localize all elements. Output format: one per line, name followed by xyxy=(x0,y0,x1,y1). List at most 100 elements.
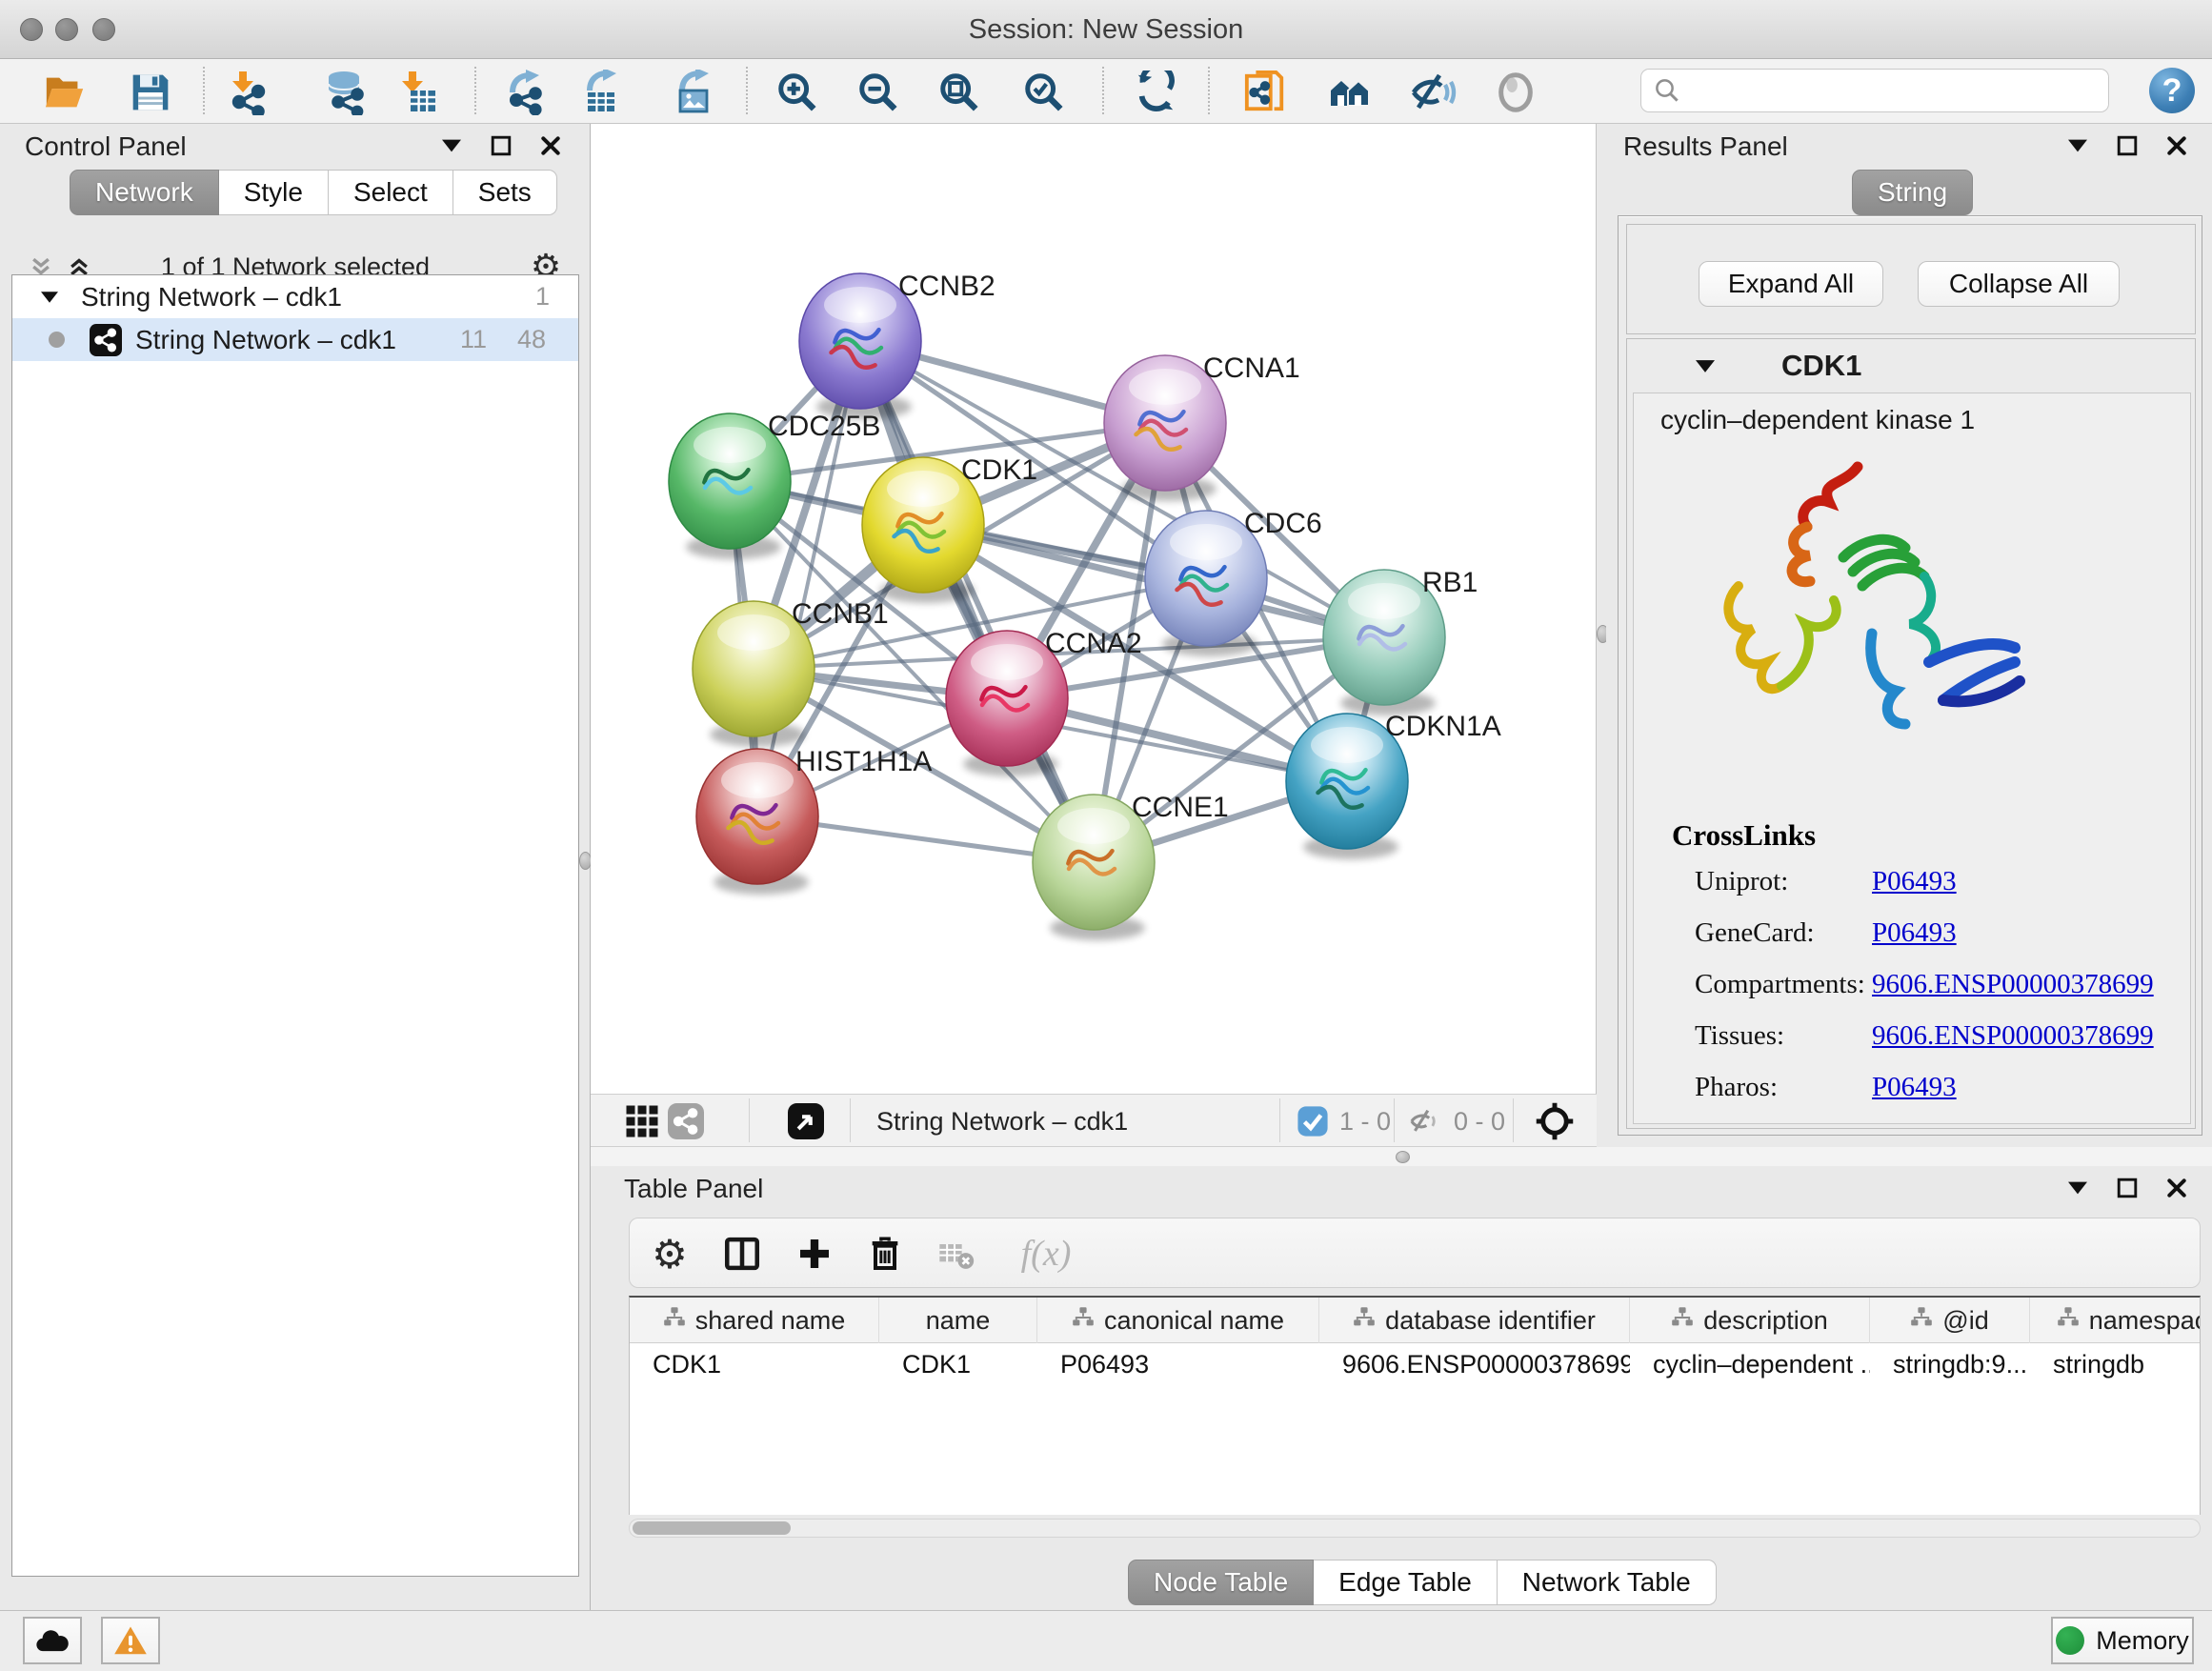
network-node-CCNB1[interactable]: CCNB1 xyxy=(693,598,889,747)
collection-expand-icon[interactable] xyxy=(41,292,58,303)
network-node-HIST1H1A[interactable]: HIST1H1A xyxy=(696,746,932,895)
first-neighbors-button[interactable] xyxy=(1325,68,1375,117)
delete-column-icon[interactable] xyxy=(860,1229,910,1278)
cell-name[interactable]: CDK1 xyxy=(879,1343,1037,1386)
show-columns-icon[interactable] xyxy=(717,1229,767,1278)
close-panel-icon[interactable] xyxy=(2164,133,2189,158)
float-panel-icon[interactable] xyxy=(2115,133,2140,158)
save-session-button[interactable] xyxy=(126,68,175,117)
column-header--id[interactable]: @id xyxy=(1870,1298,2030,1343)
cell--id[interactable]: stringdb:9... xyxy=(1870,1343,2030,1386)
cell-namespace[interactable]: stringdb xyxy=(2030,1343,2201,1386)
network-collection-row[interactable]: String Network – cdk1 1 xyxy=(12,275,578,318)
network-view-title: String Network – cdk1 xyxy=(876,1107,1128,1137)
expand-all-button[interactable]: Expand All xyxy=(1699,261,1883,307)
import-network-file-button[interactable] xyxy=(222,68,271,117)
network-node-CCNA1[interactable]: CCNA1 xyxy=(1104,352,1300,501)
network-row[interactable]: String Network – cdk1 11 48 xyxy=(12,318,578,361)
tab-string[interactable]: String xyxy=(1852,170,1973,215)
column-tree-icon xyxy=(1910,1306,1933,1336)
export-image-button[interactable] xyxy=(671,68,720,117)
table-horizontal-scrollbar[interactable] xyxy=(629,1519,2201,1538)
network-node-count: 11 xyxy=(460,325,487,354)
import-network-database-button[interactable] xyxy=(321,68,371,117)
crosslink-link[interactable]: 9606.ENSP00000378699 xyxy=(1872,969,2154,1000)
table-toolbar: ⚙ f(x) xyxy=(629,1218,2201,1288)
scrollbar-thumb[interactable] xyxy=(633,1521,791,1535)
export-image-icon xyxy=(673,70,718,115)
tab-network[interactable]: Network xyxy=(70,170,219,215)
crosslink-label: Pharos: xyxy=(1695,1072,1778,1103)
column-header-shared-name[interactable]: shared name xyxy=(630,1298,879,1343)
tab-style[interactable]: Style xyxy=(219,170,329,215)
table-tabs: Node TableEdge TableNetwork Table xyxy=(1128,1560,1717,1605)
zoom-out-button[interactable] xyxy=(854,68,903,117)
zoom-fit-button[interactable] xyxy=(935,68,984,117)
warnings-button[interactable] xyxy=(101,1617,160,1664)
column-header-namespace[interactable]: namespace xyxy=(2030,1298,2201,1343)
expand-collapse-box: Expand All Collapse All xyxy=(1626,224,2196,334)
refresh-view-button[interactable] xyxy=(1131,68,1180,117)
panel-menu-icon[interactable] xyxy=(2065,133,2090,158)
network-node-RB1[interactable]: RB1 xyxy=(1323,567,1478,715)
table-options-gear-icon[interactable]: ⚙ xyxy=(645,1229,694,1278)
close-panel-icon[interactable] xyxy=(538,133,563,158)
network-canvas[interactable]: CCNB2CCNA1CDC25BCDK1CDC6RB1CCNB1CCNA2CDK… xyxy=(591,124,1597,1094)
column-header-canonical-name[interactable]: canonical name xyxy=(1037,1298,1319,1343)
fit-selected-crosshair-icon[interactable] xyxy=(1530,1097,1579,1146)
network-view-share-icon[interactable] xyxy=(661,1097,711,1146)
network-node-CDC25B[interactable]: CDC25B xyxy=(669,411,880,559)
float-panel-icon[interactable] xyxy=(489,133,513,158)
horizontal-splitter[interactable] xyxy=(591,1147,2212,1166)
close-panel-icon[interactable] xyxy=(2164,1176,2189,1200)
selected-checkbox-icon[interactable] xyxy=(1296,1104,1330,1138)
create-column-icon[interactable] xyxy=(790,1229,839,1278)
tab-network-table[interactable]: Network Table xyxy=(1498,1560,1717,1605)
export-network-button[interactable] xyxy=(501,68,551,117)
crosslink-link[interactable]: P06493 xyxy=(1872,866,1957,897)
export-table-button[interactable] xyxy=(578,68,628,117)
hidden-count: 0 - 0 xyxy=(1454,1107,1505,1137)
float-panel-icon[interactable] xyxy=(2115,1176,2140,1200)
search-input[interactable] xyxy=(1689,71,2108,110)
column-header-description[interactable]: description xyxy=(1630,1298,1870,1343)
network-node-CCNB2[interactable]: CCNB2 xyxy=(799,271,995,419)
help-button[interactable]: ? xyxy=(2149,68,2195,113)
tab-sets[interactable]: Sets xyxy=(453,170,557,215)
column-header-name[interactable]: name xyxy=(879,1298,1037,1343)
tab-select[interactable]: Select xyxy=(329,170,453,215)
cell-canonical-name[interactable]: P06493 xyxy=(1037,1343,1319,1386)
crosslink-link[interactable]: P06493 xyxy=(1872,1072,1957,1103)
horizontal-splitter-handle[interactable] xyxy=(1396,1151,1410,1163)
entry-expand-icon[interactable] xyxy=(1696,360,1715,372)
zoom-in-button[interactable] xyxy=(773,68,822,117)
cell-description[interactable]: cyclin–dependent ... xyxy=(1630,1343,1870,1386)
protein-structure-image xyxy=(1700,443,2062,767)
main-toolbar: ? xyxy=(0,59,2212,124)
grid-view-icon[interactable] xyxy=(617,1097,667,1146)
cell-shared-name[interactable]: CDK1 xyxy=(630,1343,879,1386)
open-session-button[interactable] xyxy=(40,68,90,117)
zoom-selected-button[interactable] xyxy=(1019,68,1069,117)
panel-menu-icon[interactable] xyxy=(2065,1176,2090,1200)
crosslink-link[interactable]: P06493 xyxy=(1872,917,1957,949)
birds-eye-view-icon[interactable] xyxy=(781,1097,831,1146)
network-node-CCNE1[interactable]: CCNE1 xyxy=(1033,792,1229,940)
table-row[interactable]: CDK1CDK1P064939606.ENSP00000378699cyclin… xyxy=(630,1343,2201,1386)
tab-node-table[interactable]: Node Table xyxy=(1128,1560,1314,1605)
tab-edge-table[interactable]: Edge Table xyxy=(1314,1560,1498,1605)
network-node-CDKN1A[interactable]: CDKN1A xyxy=(1286,711,1501,859)
memory-button[interactable]: Memory xyxy=(2051,1617,2194,1664)
panel-menu-icon[interactable] xyxy=(439,133,464,158)
show-all-button[interactable] xyxy=(1491,68,1540,117)
node-result-header[interactable]: CDK1 xyxy=(1627,339,2195,393)
cloud-status-button[interactable] xyxy=(23,1617,82,1664)
hide-selected-button[interactable] xyxy=(1409,68,1458,117)
crosslink-link[interactable]: 9606.ENSP00000378699 xyxy=(1872,1020,2154,1052)
cell-database-identifier[interactable]: 9606.ENSP00000378699 xyxy=(1319,1343,1630,1386)
import-table-button[interactable] xyxy=(392,68,441,117)
clone-network-button[interactable] xyxy=(1240,68,1290,117)
network-node-CDC6[interactable]: CDC6 xyxy=(1145,508,1322,656)
column-header-database-identifier[interactable]: database identifier xyxy=(1319,1298,1630,1343)
collapse-all-button[interactable]: Collapse All xyxy=(1918,261,2120,307)
